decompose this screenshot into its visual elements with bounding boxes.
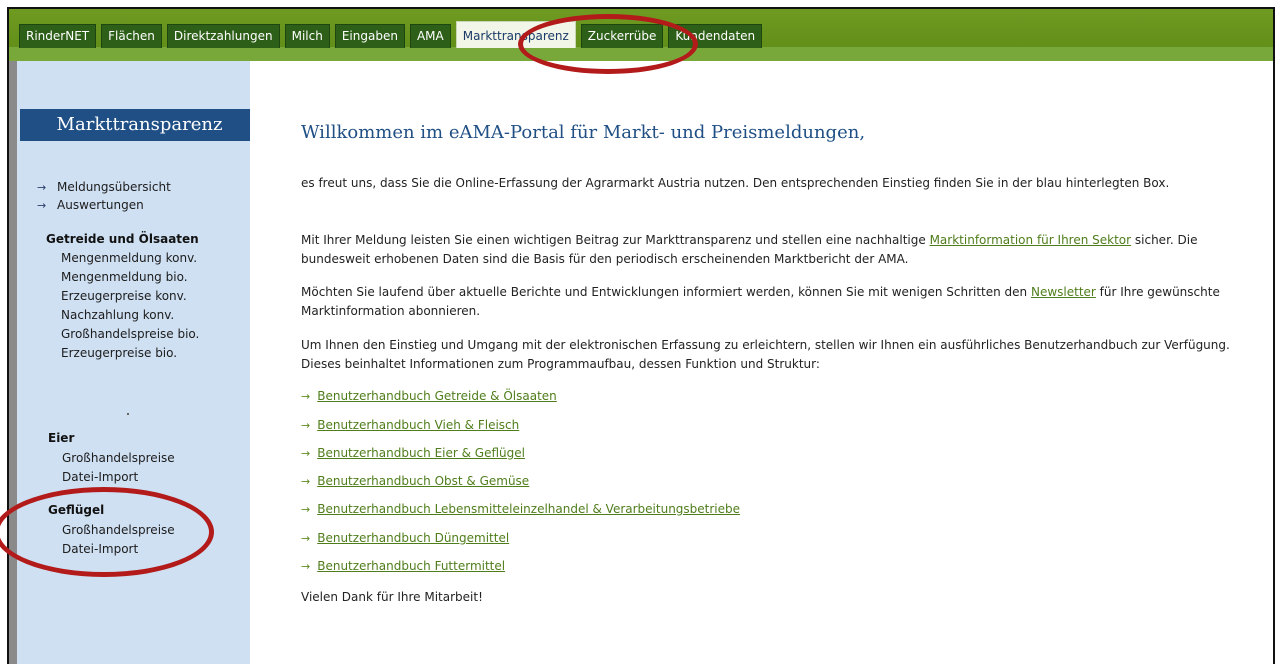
contribution-text-start: Mit Ihrer Meldung leisten Sie einen wich… — [301, 233, 930, 247]
manual-link-eier[interactable]: Benutzerhandbuch Eier & Geflügel — [317, 446, 525, 460]
tab-zuckerruebe[interactable]: Zuckerrübe — [580, 24, 664, 48]
left-edge-strip — [9, 61, 17, 664]
manual-link-obst[interactable]: Benutzerhandbuch Obst & Gemüse — [317, 474, 529, 488]
arrow-right-icon: → — [301, 475, 311, 488]
manual-item: → Benutzerhandbuch Düngemittel — [301, 531, 509, 545]
arrow-right-icon: → — [301, 532, 311, 545]
manual-link-duengemittel[interactable]: Benutzerhandbuch Düngemittel — [317, 531, 509, 545]
section-heading-eier: Eier — [48, 431, 75, 445]
tab-eingaben[interactable]: Eingaben — [334, 24, 405, 48]
tab-rindernet[interactable]: RinderNET — [19, 24, 97, 48]
tab-kundendaten[interactable]: Kundendaten — [668, 24, 763, 48]
manual-item: → Benutzerhandbuch Getreide & Ölsaaten — [301, 389, 557, 403]
sidebar-link-grosshandelspreise-bio[interactable]: Großhandelspreise bio. — [61, 327, 199, 341]
tab-markttransparenz[interactable]: Markttransparenz — [455, 21, 576, 48]
sidebar-title: Markttransparenz — [20, 109, 259, 141]
manual-item: → Benutzerhandbuch Futtermittel — [301, 559, 505, 573]
top-navigation-bar: RinderNET Flächen Direktzahlungen Milch … — [9, 9, 1273, 61]
arrow-right-icon: → — [301, 560, 311, 573]
page-title: Willkommen im eAMA-Portal für Markt- und… — [301, 122, 866, 143]
separator-dot — [127, 413, 129, 415]
section-heading-getreide: Getreide und Ölsaaten — [46, 232, 199, 246]
manual-item: → Benutzerhandbuch Obst & Gemüse — [301, 474, 529, 488]
sidebar-link-mengenmeldung-konv[interactable]: Mengenmeldung konv. — [61, 251, 197, 265]
arrow-right-icon: → — [301, 419, 311, 432]
arrow-right-icon: → — [301, 503, 311, 516]
tab-ama[interactable]: AMA — [409, 24, 451, 48]
browser-frame: RinderNET Flächen Direktzahlungen Milch … — [7, 7, 1275, 664]
tab-flaechen[interactable]: Flächen — [101, 24, 162, 48]
sidebar-link-erzeugerpreise-konv[interactable]: Erzeugerpreise konv. — [61, 289, 187, 303]
manual-link-futtermittel[interactable]: Benutzerhandbuch Futtermittel — [317, 559, 505, 573]
sidebar: Markttransparenz → Meldungsübersicht → A… — [17, 61, 259, 664]
intro-paragraph: es freut uns, dass Sie die Online-Erfass… — [301, 176, 1170, 190]
closing-text: Vielen Dank für Ihre Mitarbeit! — [301, 590, 483, 604]
section-heading-gefluegel: Geflügel — [48, 503, 105, 517]
manual-link-getreide[interactable]: Benutzerhandbuch Getreide & Ölsaaten — [317, 389, 557, 403]
sidebar-link-gefluegel-grosshandelspreise[interactable]: Großhandelspreise — [62, 523, 175, 537]
arrow-right-icon: → — [37, 181, 47, 194]
tab-bar: RinderNET Flächen Direktzahlungen Milch … — [19, 21, 763, 48]
arrow-right-icon: → — [301, 390, 311, 403]
sidebar-link-meldungsuebersicht[interactable]: Meldungsübersicht — [57, 180, 171, 194]
manual-item: → Benutzerhandbuch Lebensmitteleinzelhand… — [301, 502, 740, 516]
newsletter-link[interactable]: Newsletter — [1031, 285, 1096, 299]
manual-link-vieh[interactable]: Benutzerhandbuch Vieh & Fleisch — [317, 418, 519, 432]
marktinformation-link[interactable]: Marktinformation für Ihren Sektor — [930, 233, 1132, 247]
tab-direktzahlungen[interactable]: Direktzahlungen — [166, 24, 280, 48]
newsletter-text-start: Möchten Sie laufend über aktuelle Berich… — [301, 285, 1031, 299]
manual-item: → Benutzerhandbuch Vieh & Fleisch — [301, 418, 519, 432]
arrow-right-icon: → — [301, 447, 311, 460]
sidebar-link-eier-grosshandelspreise[interactable]: Großhandelspreise — [62, 451, 175, 465]
sidebar-link-nachzahlung-konv[interactable]: Nachzahlung konv. — [61, 308, 174, 322]
manual-paragraph: Um Ihnen den Einstieg und Umgang mit der… — [301, 338, 1230, 371]
sidebar-link-gefluegel-datei-import[interactable]: Datei-Import — [62, 542, 138, 556]
arrow-right-icon: → — [37, 199, 47, 212]
newsletter-paragraph: Möchten Sie laufend über aktuelle Berich… — [301, 283, 1261, 321]
sidebar-link-eier-datei-import[interactable]: Datei-Import — [62, 470, 138, 484]
sidebar-link-mengenmeldung-bio[interactable]: Mengenmeldung bio. — [61, 270, 188, 284]
main-content: Willkommen im eAMA-Portal für Markt- und… — [250, 61, 1273, 664]
sidebar-link-erzeugerpreise-bio[interactable]: Erzeugerpreise bio. — [61, 346, 177, 360]
sidebar-link-auswertungen[interactable]: Auswertungen — [57, 198, 144, 212]
manual-item: → Benutzerhandbuch Eier & Geflügel — [301, 446, 525, 460]
top-bar-strip — [9, 47, 1273, 61]
tab-milch[interactable]: Milch — [284, 24, 330, 48]
contribution-paragraph: Mit Ihrer Meldung leisten Sie einen wich… — [301, 231, 1261, 269]
manual-link-lebensmittel[interactable]: Benutzerhandbuch Lebensmitteleinzelhande… — [317, 502, 740, 516]
